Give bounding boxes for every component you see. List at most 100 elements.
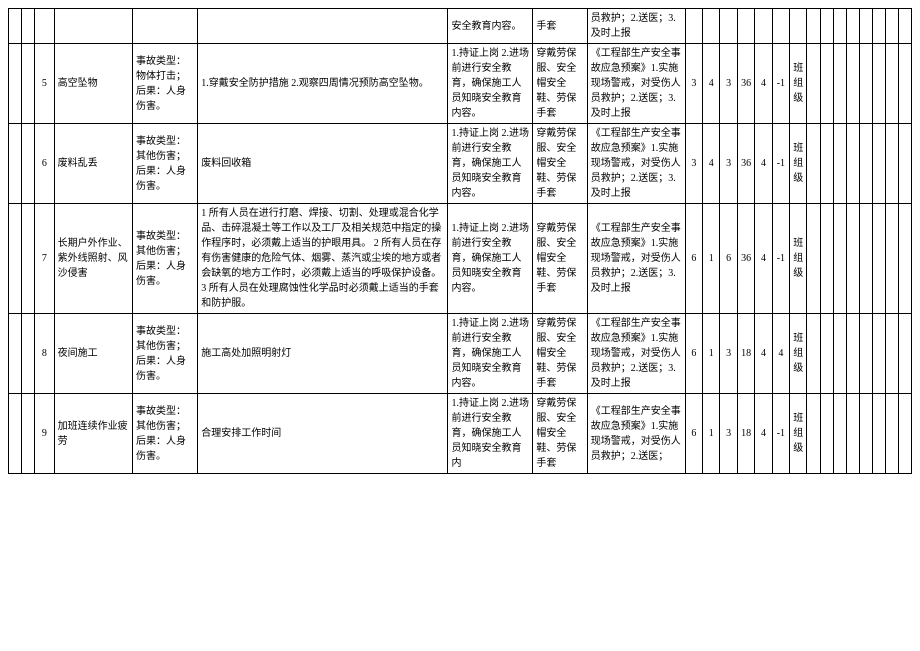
table-row: 6废料乱丢事故类型：其他伤害；后果：人身伤害。废料回收箱1.持证上岗 2.进场前… [9, 124, 912, 204]
training-cell: 1.持证上岗 2.进场前进行安全教育，确保施工人员知晓安全教育内容。 [448, 124, 533, 204]
empty-cell [859, 204, 872, 314]
empty-cell [807, 124, 820, 204]
emergency-plan-cell: 《工程部生产安全事故应急预案》1.实施现场警戒，对受伤人员救护；2.送医； [587, 394, 685, 474]
empty-cell [859, 124, 872, 204]
empty-cell [9, 394, 22, 474]
training-cell: 1.持证上岗 2.进场前进行安全教育，确保施工人员知晓安全教育内容。 [448, 204, 533, 314]
empty-cell [898, 44, 911, 124]
empty-cell [846, 204, 859, 314]
empty-cell [9, 314, 22, 394]
score-l: 6 [685, 314, 702, 394]
empty-cell [820, 124, 833, 204]
score-e: 4 [703, 44, 720, 124]
score-c: 3 [720, 314, 737, 394]
empty-cell [872, 394, 885, 474]
empty-cell [833, 394, 846, 474]
ppe-cell: 手套 [533, 9, 587, 44]
risk-level-cell [790, 9, 807, 44]
score-l: 6 [685, 394, 702, 474]
score-6: -1 [772, 204, 789, 314]
accident-type-cell: 事故类型：其他伤害；后果：人身伤害。 [133, 314, 198, 394]
accident-type-cell: 事故类型：物体打击；后果：人身伤害。 [133, 44, 198, 124]
empty-cell [885, 314, 898, 394]
hazard-cell [54, 9, 132, 44]
empty-cell [833, 44, 846, 124]
score-5 [755, 9, 772, 44]
table-row: 8夜间施工事故类型：其他伤害；后果：人身伤害。施工高处加照明射灯1.持证上岗 2… [9, 314, 912, 394]
score-e: 1 [703, 314, 720, 394]
score-6: -1 [772, 44, 789, 124]
empty-cell [859, 44, 872, 124]
ppe-cell: 穿戴劳保服、安全帽安全鞋、劳保手套 [533, 124, 587, 204]
training-cell: 1.持证上岗 2.进场前进行安全教育，确保施工人员知晓安全教育内容。 [448, 44, 533, 124]
empty-cell [833, 314, 846, 394]
empty-cell [820, 204, 833, 314]
ppe-cell: 穿戴劳保服、安全帽安全鞋、劳保手套 [533, 204, 587, 314]
score-e: 4 [703, 124, 720, 204]
score-e: 1 [703, 204, 720, 314]
empty-cell [846, 44, 859, 124]
empty-cell [22, 9, 35, 44]
measure-cell: 施工高处加照明射灯 [198, 314, 448, 394]
empty-cell [22, 124, 35, 204]
empty-cell [898, 204, 911, 314]
empty-cell [872, 44, 885, 124]
empty-cell [9, 9, 22, 44]
empty-cell [833, 124, 846, 204]
accident-type-cell: 事故类型：其他伤害；后果：人身伤害。 [133, 204, 198, 314]
measure-cell: 1 所有人员在进行打磨、焊接、切割、处理或混合化学品、击碎混凝土等工作以及工厂及… [198, 204, 448, 314]
accident-type-cell: 事故类型：其他伤害；后果：人身伤害。 [133, 124, 198, 204]
row-index: 9 [35, 394, 55, 474]
risk-level-cell: 班组级 [790, 44, 807, 124]
empty-cell [872, 9, 885, 44]
empty-cell [872, 124, 885, 204]
row-index: 8 [35, 314, 55, 394]
score-c: 3 [720, 124, 737, 204]
ppe-cell: 穿戴劳保服、安全帽安全鞋、劳保手套 [533, 394, 587, 474]
empty-cell [820, 314, 833, 394]
hazard-cell: 废料乱丢 [54, 124, 132, 204]
empty-cell [898, 9, 911, 44]
measure-cell: 1.穿戴安全防护措施 2.观察四周情况预防高空坠物。 [198, 44, 448, 124]
score-c [720, 9, 737, 44]
score-l: 3 [685, 124, 702, 204]
empty-cell [833, 204, 846, 314]
table-row: 7长期户外作业、紫外线照射、风沙侵害事故类型：其他伤害；后果：人身伤害。1 所有… [9, 204, 912, 314]
empty-cell [885, 9, 898, 44]
score-5: 4 [755, 204, 772, 314]
row-index [35, 9, 55, 44]
score-d: 36 [737, 124, 754, 204]
score-c: 3 [720, 44, 737, 124]
empty-cell [820, 394, 833, 474]
empty-cell [872, 204, 885, 314]
empty-cell [885, 124, 898, 204]
empty-cell [22, 44, 35, 124]
empty-cell [22, 394, 35, 474]
empty-cell [22, 314, 35, 394]
empty-cell [9, 204, 22, 314]
hazard-cell: 高空坠物 [54, 44, 132, 124]
score-l: 3 [685, 44, 702, 124]
score-d: 18 [737, 394, 754, 474]
empty-cell [807, 394, 820, 474]
row-index: 6 [35, 124, 55, 204]
score-5: 4 [755, 44, 772, 124]
score-l: 6 [685, 204, 702, 314]
hazard-cell: 加班连续作业疲劳 [54, 394, 132, 474]
emergency-plan-cell: 《工程部生产安全事故应急预案》1.实施现场警戒，对受伤人员救护；2.送医；3.及… [587, 44, 685, 124]
risk-level-cell: 班组级 [790, 124, 807, 204]
empty-cell [885, 44, 898, 124]
hazard-cell: 长期户外作业、紫外线照射、风沙侵害 [54, 204, 132, 314]
risk-level-cell: 班组级 [790, 204, 807, 314]
empty-cell [885, 204, 898, 314]
empty-cell [898, 314, 911, 394]
empty-cell [859, 9, 872, 44]
table-row: 9加班连续作业疲劳事故类型：其他伤害；后果：人身伤害。合理安排工作时间1.持证上… [9, 394, 912, 474]
empty-cell [898, 394, 911, 474]
score-d [737, 9, 754, 44]
empty-cell [22, 204, 35, 314]
risk-level-cell: 班组级 [790, 394, 807, 474]
score-d: 36 [737, 44, 754, 124]
row-index: 5 [35, 44, 55, 124]
score-5: 4 [755, 124, 772, 204]
